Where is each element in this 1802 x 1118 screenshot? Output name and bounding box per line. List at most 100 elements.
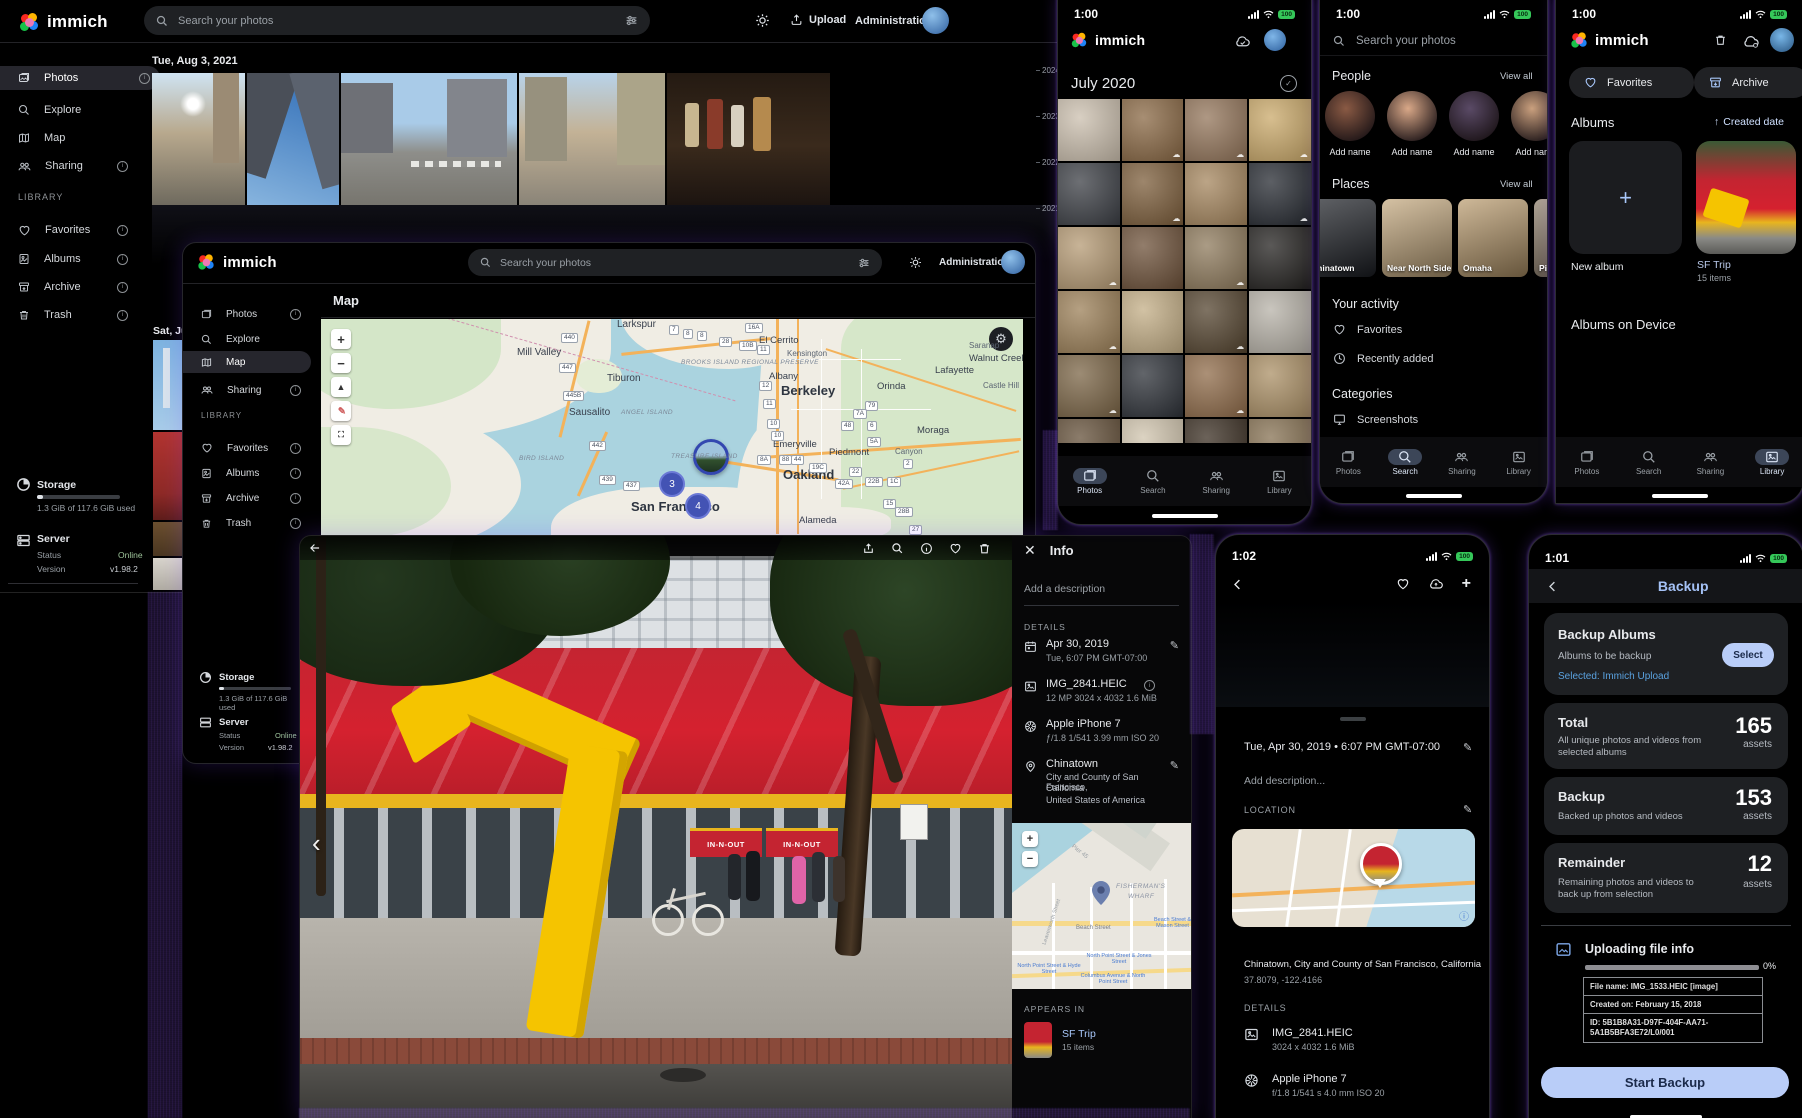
sidebar-item-sharing[interactable]: Sharing i: [18, 156, 138, 176]
previous-asset-button[interactable]: ‹: [312, 828, 321, 859]
share-icon[interactable]: [862, 542, 875, 555]
user-avatar[interactable]: [922, 7, 949, 34]
person-item[interactable]: Add name: [1324, 91, 1376, 171]
archive-button[interactable]: Archive: [1694, 67, 1802, 98]
location-minimap[interactable]: + − Pier 45FISHERMAN'SWHARFBeach StreetL…: [1012, 823, 1191, 989]
nav-item-library[interactable]: Library: [1502, 449, 1536, 476]
sidebar-item-map[interactable]: Map: [18, 128, 138, 148]
minimap-zoom-in-button[interactable]: +: [1022, 831, 1038, 847]
face-avatar[interactable]: [1325, 91, 1375, 141]
album-card-sftrip[interactable]: [1696, 141, 1796, 254]
sidebar-item-explore[interactable]: Explore: [201, 330, 301, 348]
backup-cloud-icon[interactable]: [1234, 35, 1251, 48]
search-filter-icon[interactable]: [858, 257, 870, 269]
nav-item-photos[interactable]: Photos: [1570, 449, 1604, 476]
back-icon[interactable]: [308, 541, 322, 555]
theme-toggle-sun-icon[interactable]: [755, 13, 770, 28]
sidebar-item-archive[interactable]: Archive i: [18, 277, 138, 297]
photo-grid-cell[interactable]: [1185, 419, 1247, 443]
photo-thumbnail[interactable]: [153, 558, 182, 590]
photo-grid-cell[interactable]: ☁: [1058, 419, 1120, 443]
sidebar-item-photos[interactable]: Photos i: [0, 66, 160, 90]
place-card[interactable]: Near North Side: [1382, 199, 1452, 277]
start-backup-button[interactable]: Start Backup: [1541, 1067, 1789, 1098]
add-name-label[interactable]: Add name: [1453, 147, 1494, 157]
photo-thumbnail[interactable]: [153, 432, 182, 520]
sidebar-item-albums[interactable]: Albums i: [201, 464, 301, 482]
sidebar-item-albums[interactable]: Albums i: [18, 249, 138, 269]
photo-grid-cell[interactable]: ☁: [1249, 163, 1311, 225]
map-cluster-marker[interactable]: 4: [685, 493, 711, 519]
sidebar-item-favorites[interactable]: Favorites i: [18, 220, 138, 240]
nav-item-sharing[interactable]: Sharing: [1693, 449, 1727, 476]
sidebar-item-trash[interactable]: Trash i: [18, 305, 138, 325]
photo-grid-cell[interactable]: [1249, 227, 1311, 289]
map-cluster-marker[interactable]: 3: [659, 471, 685, 497]
sidebar-item-favorites[interactable]: Favorites i: [201, 439, 301, 457]
close-icon[interactable]: ✕: [1024, 542, 1036, 559]
photo-preview[interactable]: [1216, 601, 1489, 707]
nav-item-search[interactable]: Search: [1388, 449, 1422, 476]
nav-item-search[interactable]: Search: [1632, 449, 1666, 476]
photo-thumbnail[interactable]: [341, 73, 517, 205]
user-avatar[interactable]: [1001, 250, 1025, 274]
sidebar-item-archive[interactable]: Archive i: [201, 489, 301, 507]
album-link-row[interactable]: SF Trip 15 items: [1024, 1020, 1179, 1060]
people-view-all-link[interactable]: View all: [1500, 71, 1533, 82]
add-name-label[interactable]: Add name: [1329, 147, 1370, 157]
screenshots-row[interactable]: Screenshots: [1333, 413, 1418, 426]
theme-toggle-sun-icon[interactable]: [909, 256, 922, 269]
albums-sort-button[interactable]: ↑ Created date: [1714, 116, 1784, 128]
photo-grid-cell[interactable]: [1122, 291, 1184, 353]
nav-item-library[interactable]: Library: [1755, 449, 1789, 476]
photo-grid-cell[interactable]: ☁: [1122, 99, 1184, 161]
photo-grid-cell[interactable]: ☁: [1249, 419, 1311, 443]
place-card[interactable]: Omaha: [1458, 199, 1528, 277]
search-input[interactable]: Search your photos: [144, 6, 650, 35]
face-avatar[interactable]: [1387, 91, 1437, 141]
photo-thumbnail[interactable]: [247, 73, 339, 205]
photo-thumbnail[interactable]: [667, 73, 830, 205]
map-controls[interactable]: + − ▲ ✏ ⛶: [331, 329, 351, 449]
photo-grid-cell[interactable]: ☁: [1058, 355, 1120, 417]
photo-thumbnail[interactable]: [519, 73, 665, 205]
new-album-card[interactable]: +: [1569, 141, 1682, 254]
face-avatar[interactable]: [1449, 91, 1499, 141]
nav-item-library[interactable]: Library: [1262, 468, 1296, 495]
face-avatar[interactable]: [1511, 91, 1548, 141]
photo-grid-cell[interactable]: ☁: [1185, 99, 1247, 161]
map-info-icon[interactable]: ⓘ: [1459, 908, 1469, 923]
photo-grid-cell[interactable]: [1249, 291, 1311, 353]
photo-grid-cell[interactable]: [1058, 99, 1120, 161]
nav-item-photos[interactable]: Photos: [1073, 468, 1107, 495]
nav-item-photos[interactable]: Photos: [1331, 449, 1365, 476]
map-zoom-in-button[interactable]: +: [331, 329, 351, 349]
sidebar-item-photos[interactable]: Photos i: [201, 305, 301, 323]
sidebar-item-explore[interactable]: Explore: [18, 100, 138, 120]
user-avatar[interactable]: [1264, 29, 1286, 51]
photo-thumbnail[interactable]: [153, 522, 182, 556]
home-indicator[interactable]: [1652, 494, 1708, 498]
nav-item-sharing[interactable]: Sharing: [1445, 449, 1479, 476]
sidebar-item-trash[interactable]: Trash i: [201, 514, 301, 532]
photo-grid-cell[interactable]: ☁: [1185, 291, 1247, 353]
select-button[interactable]: Select: [1722, 643, 1774, 667]
map-zoom-out-button[interactable]: −: [331, 353, 351, 373]
photo-thumbnail[interactable]: [153, 340, 182, 430]
info-icon[interactable]: [1489, 577, 1490, 591]
administration-link[interactable]: Administration: [855, 15, 933, 27]
trash-icon[interactable]: [1714, 33, 1727, 47]
minimap-zoom-out-button[interactable]: −: [1022, 851, 1038, 867]
map-draw-button[interactable]: ✏: [331, 401, 351, 421]
place-card[interactable]: Chinatown: [1319, 199, 1376, 277]
back-icon[interactable]: [1545, 579, 1560, 594]
places-view-all-link[interactable]: View all: [1500, 179, 1533, 190]
favorites-row[interactable]: Favorites: [1333, 323, 1402, 336]
add-name-label[interactable]: Add name: [1391, 147, 1432, 157]
info-icon[interactable]: [920, 542, 933, 555]
photo-grid-cell[interactable]: [1122, 355, 1184, 417]
person-item[interactable]: Add name: [1386, 91, 1438, 171]
photo-grid-cell[interactable]: ☁: [1122, 163, 1184, 225]
info-circle-icon[interactable]: i: [1144, 680, 1155, 691]
sheet-drag-handle[interactable]: [1340, 717, 1366, 721]
